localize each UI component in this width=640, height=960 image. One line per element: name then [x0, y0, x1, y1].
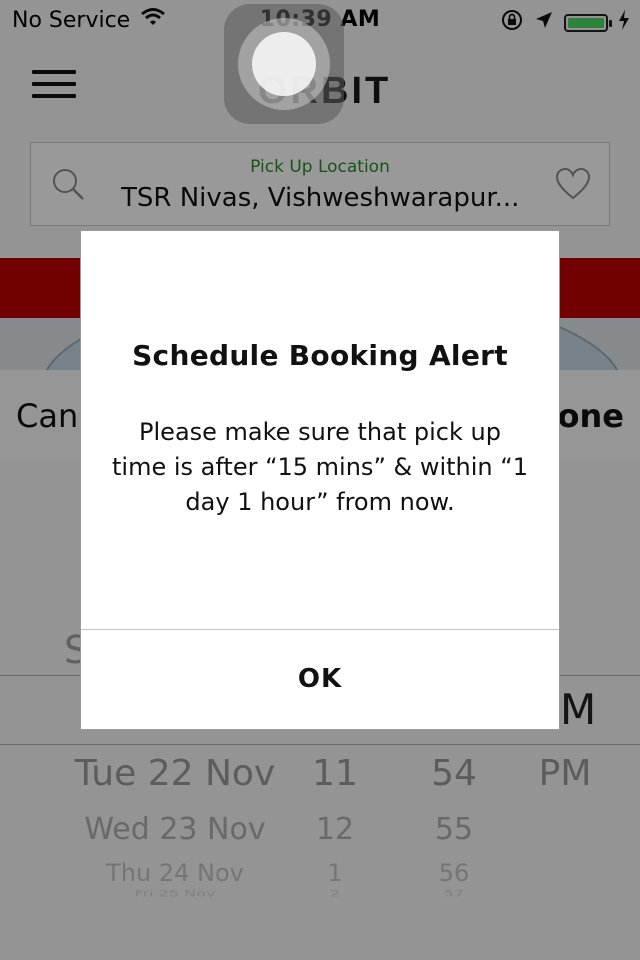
dialog-title: Schedule Booking Alert	[132, 339, 508, 372]
ok-button[interactable]: OK	[81, 630, 559, 729]
schedule-alert-dialog: Schedule Booking Alert Please make sure …	[80, 230, 560, 730]
dialog-message: Please make sure that pick up time is af…	[112, 418, 528, 516]
assistive-touch-button[interactable]	[224, 4, 344, 124]
app-screen: No Service 10:39 AM	[0, 0, 640, 960]
